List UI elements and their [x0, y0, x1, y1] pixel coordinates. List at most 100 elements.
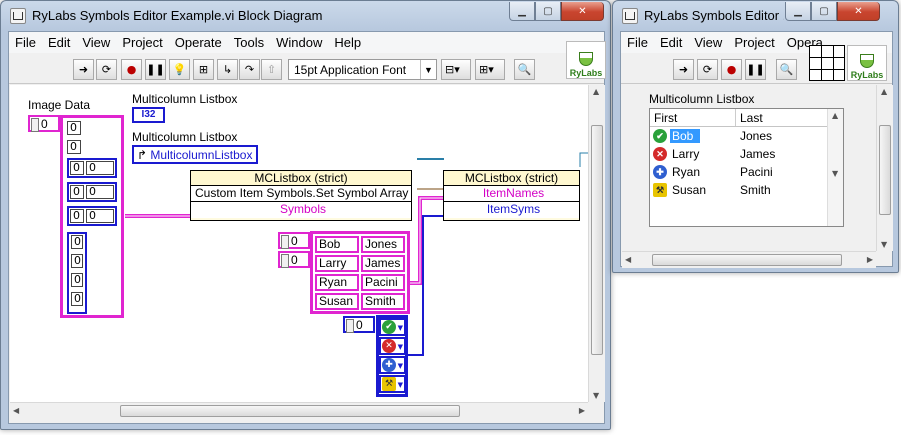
bd-horizontal-scrollbar[interactable]: ◀ ▶ — [10, 402, 588, 419]
highlight-execution-button[interactable]: 💡 — [169, 59, 190, 80]
fp-titlebar[interactable]: RyLabs Symbols Editor ... ▁ ▢ ✕ — [613, 1, 898, 31]
listbox-row[interactable]: ✕ Larry James — [650, 145, 775, 163]
scroll-right-icon[interactable]: ▶ — [579, 406, 585, 415]
names-cell[interactable]: Susan — [315, 293, 359, 310]
menu-window[interactable]: Window — [270, 32, 328, 53]
minimize-button[interactable]: ▁ — [509, 2, 535, 21]
image-data-element[interactable]: 0 — [71, 273, 83, 287]
bd-vertical-scrollbar[interactable]: ▲ ▼ — [588, 85, 605, 402]
abort-button[interactable]: ● — [721, 59, 742, 80]
image-row[interactable]: 0 0 — [67, 182, 117, 202]
scroll-up-icon[interactable]: ▲ — [881, 87, 887, 96]
scroll-left-icon[interactable]: ◀ — [13, 406, 19, 415]
listbox-vscroll[interactable]: ▲ ▼ — [827, 109, 843, 226]
fp-vertical-scrollbar[interactable]: ▲ ▼ — [876, 85, 893, 251]
run-continuously-button[interactable]: ⟳ — [96, 59, 117, 80]
listbox-row[interactable]: ✚ Ryan Pacini — [650, 163, 773, 181]
scroll-up-icon[interactable]: ▲ — [593, 87, 599, 96]
property-item-syms[interactable]: ItemSyms — [444, 202, 579, 218]
image-data-element[interactable]: 0 — [70, 185, 84, 199]
scroll-down-icon[interactable]: ▼ — [593, 391, 599, 400]
image-data-element[interactable]: 0 — [67, 121, 81, 135]
scroll-up-icon[interactable]: ▲ — [832, 111, 838, 120]
menu-edit[interactable]: Edit — [654, 32, 688, 53]
names-cell[interactable]: Pacini — [361, 274, 405, 291]
image-data-element[interactable]: 0 — [86, 185, 114, 199]
scroll-down-icon[interactable]: ▼ — [832, 169, 838, 178]
menu-file[interactable]: File — [9, 32, 42, 53]
menu-project[interactable]: Project — [728, 32, 780, 53]
abort-button[interactable]: ● — [121, 59, 142, 80]
names-array[interactable]: Bob Jones Larry James Ryan Pacini Susan … — [310, 231, 410, 314]
image-data-element[interactable]: 0 — [70, 209, 84, 223]
front-panel-canvas[interactable]: Multicolumn Listbox First Last ✔ Bob Jon… — [622, 85, 876, 251]
menu-file[interactable]: File — [621, 32, 654, 53]
menu-edit[interactable]: Edit — [42, 32, 76, 53]
search-icon[interactable]: 🔍 — [776, 59, 797, 80]
property-node-mclistbox[interactable]: MCListbox (strict) ItemNames ItemSyms — [443, 170, 580, 221]
image-data-element[interactable]: 0 — [71, 254, 83, 268]
image-data-element[interactable]: 0 — [71, 292, 83, 306]
menu-project[interactable]: Project — [116, 32, 168, 53]
i32-terminal[interactable]: I32 — [132, 107, 165, 123]
listbox-row[interactable]: ⚒ Susan Smith — [650, 181, 771, 199]
fp-hscroll-thumb[interactable] — [652, 254, 842, 266]
run-button[interactable]: ➜ — [73, 59, 94, 80]
search-icon[interactable]: 🔍 — [514, 59, 535, 80]
bd-vscroll-thumb[interactable] — [591, 125, 603, 355]
image-data-element[interactable]: 0 — [67, 140, 81, 154]
image-data-element[interactable]: 0 — [86, 209, 114, 223]
step-over-button[interactable]: ↷ — [239, 59, 260, 80]
menu-operate[interactable]: Operate — [169, 32, 228, 53]
image-data-element[interactable]: 0 — [86, 161, 114, 175]
image-data-array[interactable]: 0 0 0 0 0 0 0 0 0 0 0 0 — [60, 115, 124, 318]
distribute-objects-dropdown[interactable]: ⊞▾ — [475, 59, 505, 80]
align-objects-dropdown[interactable]: ⊟▾ — [441, 59, 471, 80]
multicolumn-listbox[interactable]: First Last ✔ Bob Jones ✕ Larry James ✚ R… — [649, 108, 844, 227]
image-row[interactable]: 0 0 — [67, 158, 117, 178]
names-cell[interactable]: Bob — [315, 236, 359, 253]
names-row-index[interactable]: 0 — [278, 232, 310, 249]
symbol-ring-check[interactable]: ✔ ▼ — [379, 318, 406, 336]
close-button[interactable]: ✕ — [561, 2, 604, 21]
column-header-first[interactable]: First — [650, 109, 736, 126]
bd-titlebar[interactable]: RyLabs Symbols Editor Example.vi Block D… — [1, 1, 610, 31]
image-data-index[interactable]: 0 — [28, 115, 60, 132]
menu-view[interactable]: View — [76, 32, 116, 53]
invoke-node-set-symbol-array[interactable]: MCListbox (strict) Custom Item Symbols.S… — [190, 170, 412, 221]
symbol-ring-hammer[interactable]: ⚒ ▼ — [379, 375, 406, 393]
names-cell[interactable]: Ryan — [315, 274, 359, 291]
font-select[interactable]: 15pt Application Font ▼ — [288, 59, 437, 80]
invoke-node-method[interactable]: Custom Item Symbols.Set Symbol Array — [191, 186, 411, 202]
symbols-index[interactable]: 0 — [343, 316, 375, 333]
names-cell[interactable]: Larry — [315, 255, 359, 272]
image-data-element[interactable]: 0 — [70, 161, 84, 175]
names-cell[interactable]: Smith — [361, 293, 405, 310]
image-row[interactable]: 0 0 — [67, 206, 117, 226]
scroll-left-icon[interactable]: ◀ — [625, 255, 631, 264]
bd-hscroll-thumb[interactable] — [120, 405, 460, 417]
fp-vscroll-thumb[interactable] — [879, 125, 891, 215]
image-subarray[interactable]: 0 0 0 0 — [67, 232, 87, 314]
symbol-ring-x[interactable]: ✕ ▼ — [379, 337, 406, 355]
close-button[interactable]: ✕ — [837, 2, 880, 21]
listbox-row[interactable]: ✔ Bob Jones — [650, 127, 772, 145]
minimize-button[interactable]: ▁ — [785, 2, 811, 21]
scroll-down-icon[interactable]: ▼ — [881, 240, 887, 249]
menu-tools[interactable]: Tools — [228, 32, 270, 53]
names-col-index[interactable]: 0 — [278, 251, 310, 268]
diagram-canvas[interactable]: Image Data Multicolumn Listbox I32 Multi… — [10, 85, 588, 402]
run-button[interactable]: ➜ — [673, 59, 694, 80]
property-item-names[interactable]: ItemNames — [444, 186, 579, 202]
mclb-reference[interactable]: ↱ MulticolumnListbox — [132, 145, 259, 164]
scroll-right-icon[interactable]: ▶ — [867, 255, 873, 264]
step-into-button[interactable]: ↳ — [217, 59, 238, 80]
invoke-node-param-symbols[interactable]: Symbols — [191, 202, 411, 218]
retain-wire-values-button[interactable]: ⊞ — [193, 59, 214, 80]
names-cell[interactable]: James — [361, 255, 405, 272]
menu-help[interactable]: Help — [328, 32, 367, 53]
maximize-button[interactable]: ▢ — [811, 2, 837, 21]
names-cell[interactable]: Jones — [361, 236, 405, 253]
fp-horizontal-scrollbar[interactable]: ◀ ▶ — [622, 251, 876, 268]
image-data-element[interactable]: 0 — [71, 235, 83, 249]
